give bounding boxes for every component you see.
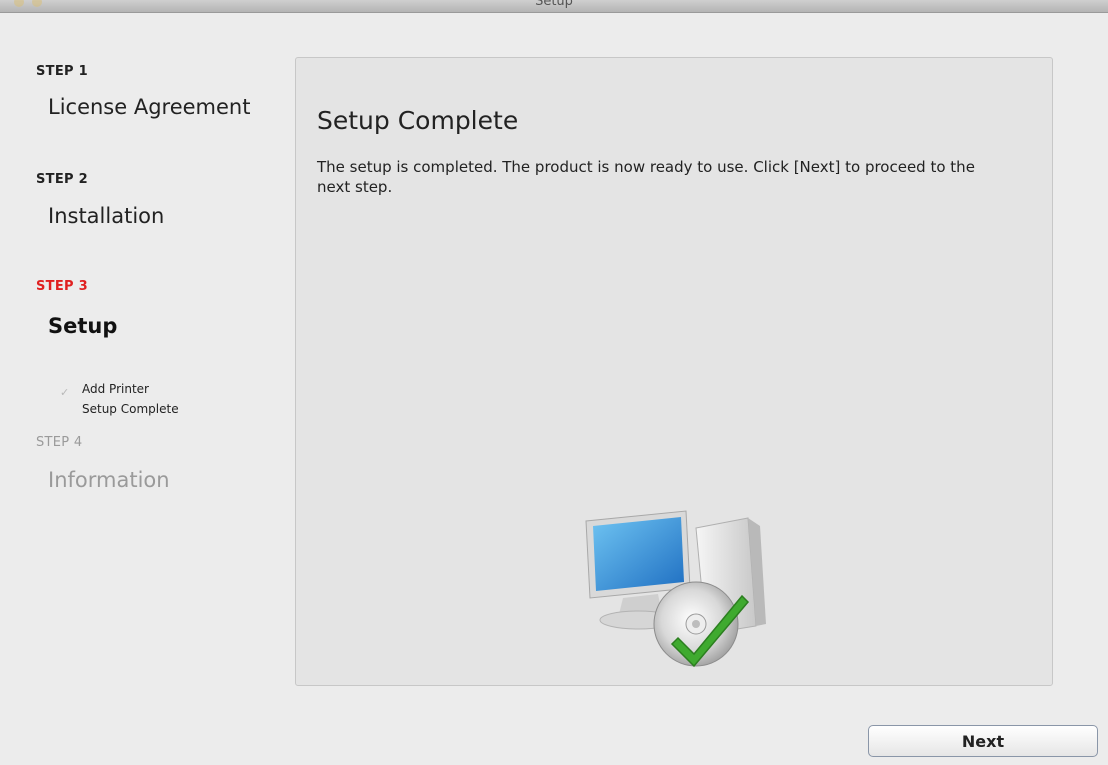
step-2-name: Installation: [48, 204, 165, 228]
content-panel: Setup Complete The setup is completed. T…: [295, 57, 1053, 686]
substep-done-check-icon: ✓: [60, 386, 70, 399]
window-title: Setup: [535, 0, 573, 9]
substep-add-printer: Add Printer: [82, 382, 149, 396]
step-3-name: Setup: [48, 314, 118, 338]
page-title: Setup Complete: [317, 106, 519, 135]
page-description: The setup is completed. The product is n…: [317, 158, 975, 196]
step-2-label: STEP 2: [36, 172, 89, 187]
computer-with-cd-checkmark-icon: [585, 510, 766, 668]
steps-sidebar: STEP 1 License Agreement STEP 2 Installa…: [0, 12, 290, 692]
step-1-name: License Agreement: [48, 95, 251, 119]
step-4-label: STEP 4: [36, 435, 83, 450]
next-button[interactable]: Next: [868, 725, 1098, 757]
step-3-label: STEP 3: [36, 279, 89, 294]
step-4-name: Information: [48, 468, 170, 492]
step-1-label: STEP 1: [36, 64, 89, 79]
substep-setup-complete: Setup Complete: [82, 402, 179, 416]
